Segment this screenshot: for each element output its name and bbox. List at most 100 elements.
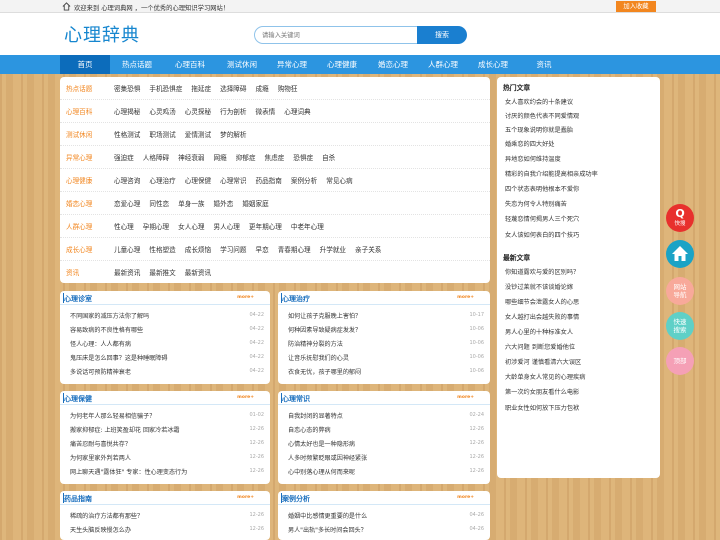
list-item[interactable]: 多说话可预防精神衰老 xyxy=(70,367,131,376)
list-item[interactable]: 怪人心理：人人都有病 xyxy=(70,339,131,348)
list-item[interactable]: 防治精神分裂的方法 xyxy=(288,339,343,348)
category-link[interactable]: 早恋 xyxy=(256,246,269,254)
hot-article-link[interactable]: 精彩的自我介绍能提高相亲成功率 xyxy=(505,169,598,178)
nav-item-tests[interactable]: 测试休闲 xyxy=(216,55,268,74)
new-article-link[interactable]: 职业女性如何放下压力包袱 xyxy=(505,403,579,412)
category-link[interactable]: 婚姻家庭 xyxy=(242,200,268,208)
category-label[interactable]: 人群心理 xyxy=(66,221,92,231)
nav-item-hot-topics[interactable]: 热点话题 xyxy=(110,55,164,74)
hot-article-link[interactable]: 女人该如何表白的四个技巧 xyxy=(505,230,579,239)
list-item[interactable]: 心中别落心理从何而来呢 xyxy=(288,467,355,476)
category-link[interactable]: 药品指南 xyxy=(256,177,282,185)
category-link[interactable]: 心理保健 xyxy=(185,177,211,185)
list-item[interactable]: 为何家里家外判若两人 xyxy=(70,453,131,462)
category-link[interactable]: 心理词典 xyxy=(284,108,310,116)
category-link[interactable]: 儿童心理 xyxy=(114,246,140,254)
site-nav-float-button[interactable]: 网站 导航 xyxy=(666,277,694,305)
list-item[interactable]: 婚姻中比感情更重要的是什么 xyxy=(288,511,367,520)
category-link[interactable]: 密集恐惧 xyxy=(114,85,140,93)
category-link[interactable]: 最新资讯 xyxy=(185,269,211,277)
nav-item-encyclopedia[interactable]: 心理百科 xyxy=(164,55,216,74)
back-to-top-float-button[interactable]: 顶部 xyxy=(666,347,694,375)
list-item[interactable]: 如何让孩子克服晚上害怕？ xyxy=(288,311,361,320)
category-link[interactable]: 婚外恋 xyxy=(214,200,234,208)
category-label[interactable]: 婚恋心理 xyxy=(66,198,92,208)
category-link[interactable]: 行为剖析 xyxy=(220,108,246,116)
category-link[interactable]: 购物狂 xyxy=(278,85,298,93)
hot-article-link[interactable]: 四个状态表明他根本不爱你 xyxy=(505,184,579,193)
category-link[interactable]: 强迫症 xyxy=(114,154,134,162)
list-item[interactable]: 网上聊天遇"露体狂" 专家：性心理变态行为 xyxy=(70,467,187,476)
list-item[interactable]: 稀疏的治疗方法都有那些？ xyxy=(70,511,143,520)
list-item[interactable]: 何种因素导致疑病症发发？ xyxy=(288,325,361,334)
panel-title[interactable]: 药品指南 xyxy=(64,494,92,504)
category-link[interactable]: 同性恋 xyxy=(149,200,169,208)
category-link[interactable]: 恋爱心理 xyxy=(114,200,140,208)
hot-article-link[interactable]: 婚乘恋的四大好处 xyxy=(505,139,555,148)
category-label[interactable]: 异常心理 xyxy=(66,152,92,162)
category-link[interactable]: 手机恐惧症 xyxy=(149,85,182,93)
category-link[interactable]: 爱情测试 xyxy=(185,131,211,139)
new-article-link[interactable]: 男人心里的十种标准女人 xyxy=(505,327,573,336)
category-link[interactable]: 成长烦恼 xyxy=(185,246,211,254)
list-item[interactable]: 自恋心态的弊病 xyxy=(288,425,331,434)
new-article-link[interactable]: 六大问题 到断您爱婚他位 xyxy=(505,342,575,351)
category-link[interactable]: 人格障碍 xyxy=(143,154,169,162)
panel-title[interactable]: 心理常识 xyxy=(282,394,310,404)
category-link[interactable]: 中老年心理 xyxy=(291,223,324,231)
category-label[interactable]: 资讯 xyxy=(66,267,79,277)
category-link[interactable]: 拖延症 xyxy=(191,85,211,93)
category-link[interactable]: 青春期心理 xyxy=(278,246,311,254)
nav-item-health[interactable]: 心理健康 xyxy=(316,55,368,74)
category-link[interactable]: 选择障碍 xyxy=(220,85,246,93)
category-link[interactable]: 网瘾 xyxy=(214,154,227,162)
category-link[interactable]: 心理治疗 xyxy=(149,177,175,185)
more-link[interactable]: more+ xyxy=(237,495,254,500)
hot-article-link[interactable]: 女人喜欢约会的十条建议 xyxy=(505,97,573,106)
category-link[interactable]: 职场测试 xyxy=(149,131,175,139)
panel-title[interactable]: 心理治疗 xyxy=(282,294,310,304)
add-favorite-button[interactable]: 加入收藏 xyxy=(616,1,656,12)
category-link[interactable]: 焦虑症 xyxy=(265,154,285,162)
nav-item-news[interactable]: 资讯 xyxy=(518,55,570,74)
category-link[interactable]: 心理咨询 xyxy=(114,177,140,185)
new-article-link[interactable]: 初涉爱河 谨慎看清六大误区 xyxy=(505,357,581,366)
category-link[interactable]: 学习问题 xyxy=(220,246,246,254)
category-link[interactable]: 常见心病 xyxy=(326,177,352,185)
quick-search-float-button[interactable]: Q 快搜 xyxy=(666,204,694,232)
category-link[interactable]: 心灵探秘 xyxy=(185,108,211,116)
hot-article-link[interactable]: 失恋为何令人特别痛苦 xyxy=(505,199,567,208)
more-link[interactable]: more+ xyxy=(457,295,474,300)
list-item[interactable]: 痛苦忍耐与喜悦共存？ xyxy=(70,439,131,448)
new-article-link[interactable]: 大龄单身女人常见的心理疾病 xyxy=(505,372,585,381)
more-link[interactable]: more+ xyxy=(457,495,474,500)
category-link[interactable]: 神经衰弱 xyxy=(178,154,204,162)
quick-search-float-button[interactable]: 快速 搜索 xyxy=(666,312,694,340)
category-label[interactable]: 热点话题 xyxy=(66,83,92,93)
category-link[interactable]: 梦的解析 xyxy=(220,131,246,139)
category-link[interactable]: 单身一族 xyxy=(178,200,204,208)
category-link[interactable]: 成瘾 xyxy=(256,85,269,93)
list-item[interactable]: 鬼压床是怎么回事？这是种睡眠障碍 xyxy=(70,353,168,362)
hot-article-link[interactable]: 轻蔑恋情何揭男人三个死穴 xyxy=(505,214,579,223)
category-link[interactable]: 案例分析 xyxy=(291,177,317,185)
nav-item-groups[interactable]: 人群心理 xyxy=(418,55,468,74)
more-link[interactable]: more+ xyxy=(237,395,254,400)
category-label[interactable]: 心理健康 xyxy=(66,175,92,185)
list-item[interactable]: 为何老年人那么轻易相信骗子？ xyxy=(70,411,155,420)
category-link[interactable]: 最新推文 xyxy=(149,269,175,277)
category-link[interactable]: 恐惧症 xyxy=(293,154,313,162)
category-link[interactable]: 男人心理 xyxy=(214,223,240,231)
category-link[interactable]: 自杀 xyxy=(322,154,335,162)
list-item[interactable]: 不同国家的减压方法你了解吗 xyxy=(70,311,149,320)
category-label[interactable]: 成长心理 xyxy=(66,244,92,254)
category-link[interactable]: 升学就业 xyxy=(320,246,346,254)
list-item[interactable]: 天生头脑反映慢怎么办 xyxy=(70,525,131,534)
panel-title[interactable]: 心理保健 xyxy=(64,394,92,404)
site-logo[interactable]: 心理辞典 xyxy=(64,21,140,47)
search-button[interactable]: 搜索 xyxy=(417,26,467,44)
nav-item-home[interactable]: 首页 xyxy=(60,55,110,74)
category-link[interactable]: 微表情 xyxy=(256,108,276,116)
list-item[interactable]: 人多时频繁眨眼或因神经紧张 xyxy=(288,453,367,462)
more-link[interactable]: more+ xyxy=(457,395,474,400)
